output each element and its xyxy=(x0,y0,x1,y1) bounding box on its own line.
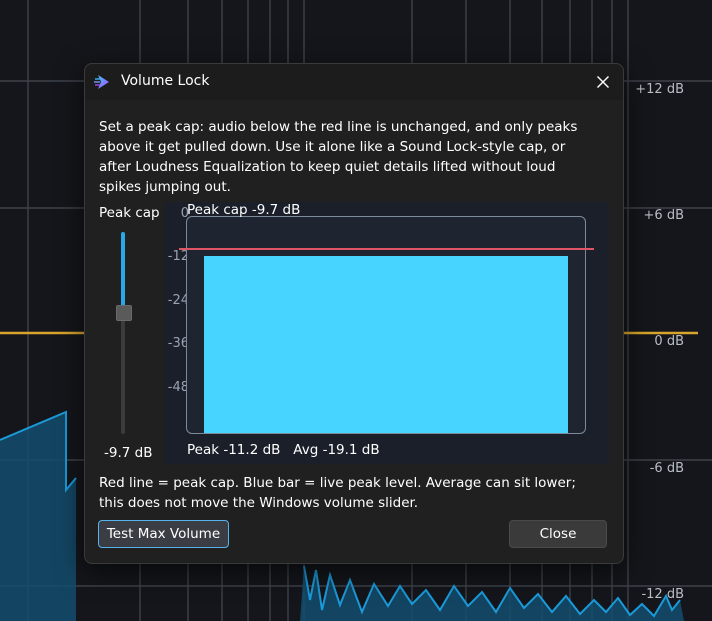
close-icon[interactable] xyxy=(591,70,615,94)
peak-meter-panel: 0 -12 -24 -36 -48 Peak cap -9.7 dB Peak … xyxy=(165,202,609,464)
meter-cap-readout: Peak cap -9.7 dB xyxy=(187,202,301,218)
peak-readout: Peak -11.2 dB xyxy=(187,442,281,458)
close-button[interactable]: Close xyxy=(509,520,607,548)
dialog-title: Volume Lock xyxy=(121,73,210,89)
peak-cap-slider-thumb[interactable] xyxy=(116,305,132,321)
peak-cap-label: Peak cap xyxy=(99,205,160,221)
db-label-minus6: -6 dB xyxy=(649,461,684,476)
meter-tick-0: 0 xyxy=(180,206,189,221)
avg-readout: Avg -19.1 dB xyxy=(293,442,380,458)
db-label-plus6: +6 dB xyxy=(643,208,684,223)
close-x-glyph xyxy=(597,76,609,88)
test-max-volume-button[interactable]: Test Max Volume xyxy=(98,520,229,548)
meter-level-readout: Peak -11.2 dB Avg -19.1 dB xyxy=(187,442,380,458)
peak-cap-line xyxy=(179,248,594,250)
live-peak-bar xyxy=(204,256,568,433)
spectrum-fill xyxy=(0,412,76,621)
dialog-titlebar[interactable]: Volume Lock xyxy=(85,64,623,100)
db-label-zero: 0 dB xyxy=(654,334,684,349)
meter-footnote: Red line = peak cap. Blue bar = live pea… xyxy=(99,475,576,511)
dialog-description: Set a peak cap: audio below the red line… xyxy=(99,119,578,195)
app-logo-icon xyxy=(94,75,109,89)
peak-cap-value: -9.7 dB xyxy=(104,445,153,461)
db-label-plus12: +12 dB xyxy=(635,82,684,97)
volume-lock-dialog: Volume Lock Set a peak cap: audio below … xyxy=(84,63,624,564)
db-label-minus12: -12 dB xyxy=(641,587,684,602)
peak-cap-slider-fill xyxy=(121,232,125,312)
